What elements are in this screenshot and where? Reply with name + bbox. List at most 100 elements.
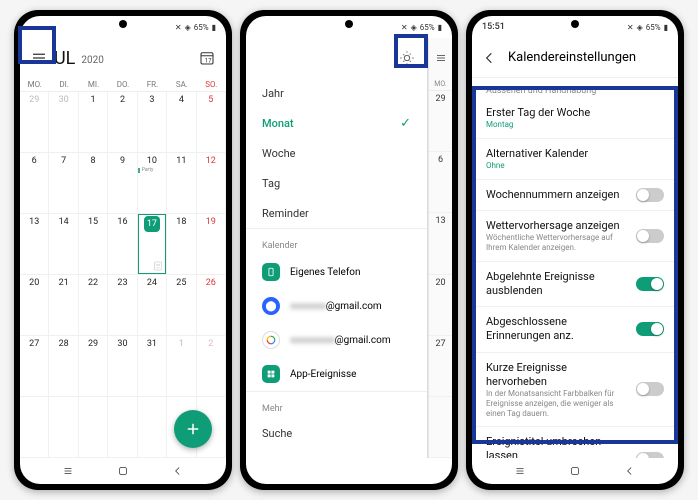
calendar-day-cell[interactable]: 1 — [167, 336, 196, 397]
calendar-day-cell[interactable]: 20 — [429, 275, 452, 336]
android-navbar[interactable] — [20, 458, 226, 484]
recents-icon[interactable] — [61, 464, 75, 478]
calendar-day-cell[interactable]: 24 — [138, 275, 167, 336]
note-icon — [152, 260, 164, 272]
calendar-day-cell[interactable]: 29 — [20, 92, 49, 153]
setting-weather[interactable]: Wettervorhersage anzeigenWöchentliche We… — [472, 211, 678, 261]
calendar-day-cell[interactable] — [49, 397, 78, 458]
back-icon[interactable] — [623, 464, 637, 478]
setting-alt-calendar[interactable]: Alternativer KalenderOhne — [472, 139, 678, 180]
weekday-label: SO. — [197, 80, 226, 89]
calendar-day-cell[interactable]: 20 — [20, 275, 49, 336]
calendar-day-cell[interactable]: 6 — [429, 152, 452, 213]
view-month[interactable]: Monat✓ — [246, 108, 427, 138]
setting-completed[interactable]: Abgeschlossene Erinnerungen anz. — [472, 307, 678, 353]
calendar-day-cell[interactable] — [20, 397, 49, 458]
view-year[interactable]: Jahr — [246, 78, 427, 108]
calendar-day-cell[interactable]: 6 — [20, 153, 49, 214]
calendar-day-cell[interactable]: 9 — [108, 153, 137, 214]
calendar-day-cell[interactable]: 30 — [49, 92, 78, 153]
calendar-day-cell[interactable]: 11 — [167, 153, 196, 214]
weekday-label: FR. — [138, 80, 167, 89]
setting-declined[interactable]: Abgelehnte Ereignisse ausblenden — [472, 262, 678, 308]
setting-week-numbers[interactable]: Wochennummern anzeigen — [472, 180, 678, 211]
back-icon[interactable] — [482, 50, 498, 66]
calendar-day-cell[interactable]: 1 — [79, 92, 108, 153]
section-calendars: Kalender — [246, 228, 427, 255]
view-day[interactable]: Tag — [246, 168, 427, 198]
wifi-icon: ◈ — [637, 23, 643, 32]
calendar-day-cell[interactable]: 21 — [49, 275, 78, 336]
calendar-day-cell[interactable]: 27 — [429, 336, 452, 397]
calendar-day-cell[interactable] — [79, 397, 108, 458]
home-icon[interactable] — [116, 464, 130, 478]
calendar-day-cell[interactable]: 27 — [20, 336, 49, 397]
calendar-day-cell[interactable]: 31 — [138, 336, 167, 397]
calendar-sliver[interactable]: MO. 296132027 — [428, 38, 452, 458]
calendar-grid[interactable]: 293012345678910Party11121314151617181920… — [20, 92, 226, 458]
calendar-day-cell[interactable]: 23 — [108, 275, 137, 336]
calendar-app-events[interactable]: App-Ereignisse — [246, 357, 427, 391]
calendar-day-cell[interactable]: 2 — [108, 92, 137, 153]
toggle[interactable] — [636, 382, 664, 396]
wifi-icon: ◈ — [411, 23, 417, 32]
calendar-day-cell[interactable]: 3 — [138, 92, 167, 153]
recents-icon[interactable] — [513, 464, 527, 478]
add-event-fab[interactable] — [174, 410, 212, 448]
calendar-day-cell[interactable]: 4 — [167, 92, 196, 153]
view-reminder[interactable]: Reminder — [246, 198, 427, 228]
checkmark-icon: ✓ — [400, 116, 411, 131]
calendar-header: UL 2020 17 — [20, 38, 226, 78]
calendar-day-cell[interactable]: 22 — [79, 275, 108, 336]
back-icon[interactable] — [171, 464, 185, 478]
android-navbar[interactable] — [472, 458, 678, 484]
hamburger-icon[interactable] — [30, 49, 48, 67]
setting-wrap-titles[interactable]: Ereignistitel umbrechen lassenZulassen, … — [472, 427, 678, 458]
calendar-day-cell[interactable]: 25 — [167, 275, 196, 336]
calendar-day-cell[interactable] — [108, 397, 137, 458]
setting-short-events[interactable]: Kurze Ereignisse hervorhebenIn der Monat… — [472, 353, 678, 427]
today-icon[interactable]: 17 — [198, 49, 216, 67]
calendar-day-cell[interactable]: 17 — [138, 214, 167, 275]
calendar-day-cell[interactable]: 15 — [79, 214, 108, 275]
calendar-day-cell[interactable] — [429, 397, 452, 458]
calendar-day-cell[interactable]: 14 — [49, 214, 78, 275]
calendar-day-cell[interactable]: 19 — [197, 214, 226, 275]
view-week[interactable]: Woche — [246, 138, 427, 168]
calendar-day-cell[interactable]: 29 — [79, 336, 108, 397]
calendar-day-cell[interactable]: 2 — [197, 336, 226, 397]
calendar-day-cell[interactable]: 13 — [20, 214, 49, 275]
calendar-day-cell[interactable]: 16 — [108, 214, 137, 275]
calendar-day-cell[interactable]: 5 — [197, 92, 226, 153]
toggle[interactable] — [636, 452, 664, 458]
setting-first-day[interactable]: Erster Tag der WocheMontag — [472, 98, 678, 139]
drawer-search[interactable]: Suche — [246, 418, 427, 448]
hamburger-icon[interactable] — [435, 52, 447, 64]
calendar-day-cell[interactable]: 8 — [79, 153, 108, 214]
calendar-day-cell[interactable]: 26 — [197, 275, 226, 336]
calendar-day-cell[interactable]: 29 — [429, 91, 452, 152]
toggle[interactable] — [636, 322, 664, 336]
calendar-day-cell[interactable]: 13 — [429, 213, 452, 274]
calendar-day-cell[interactable]: 7 — [49, 153, 78, 214]
toggle[interactable] — [636, 229, 664, 243]
home-icon[interactable] — [568, 464, 582, 478]
calendar-day-cell[interactable]: 18 — [167, 214, 196, 275]
calendar-day-cell[interactable]: 10Party — [138, 153, 167, 214]
toggle[interactable] — [636, 277, 664, 291]
weekday-label: MI. — [79, 80, 108, 89]
event-chip[interactable]: Party — [138, 168, 166, 173]
calendar-day-cell[interactable]: 12 — [197, 153, 226, 214]
calendar-day-cell[interactable] — [138, 397, 167, 458]
calendar-day-cell[interactable]: 28 — [49, 336, 78, 397]
vibrate-icon: ✕ — [401, 23, 408, 32]
battery-icon: ▮ — [438, 23, 442, 32]
month-label[interactable]: UL — [54, 48, 75, 69]
gear-icon[interactable] — [399, 50, 415, 66]
calendar-gmail-2[interactable]: xxxxxxxxxx@gmail.com — [246, 323, 427, 357]
toggle[interactable] — [636, 188, 664, 202]
vibrate-icon: ✕ — [175, 23, 182, 32]
calendar-own-phone[interactable]: Eigenes Telefon — [246, 255, 427, 289]
calendar-gmail-1[interactable]: ⬤ xxxxxxxx@gmail.com — [246, 289, 427, 323]
calendar-day-cell[interactable]: 30 — [108, 336, 137, 397]
